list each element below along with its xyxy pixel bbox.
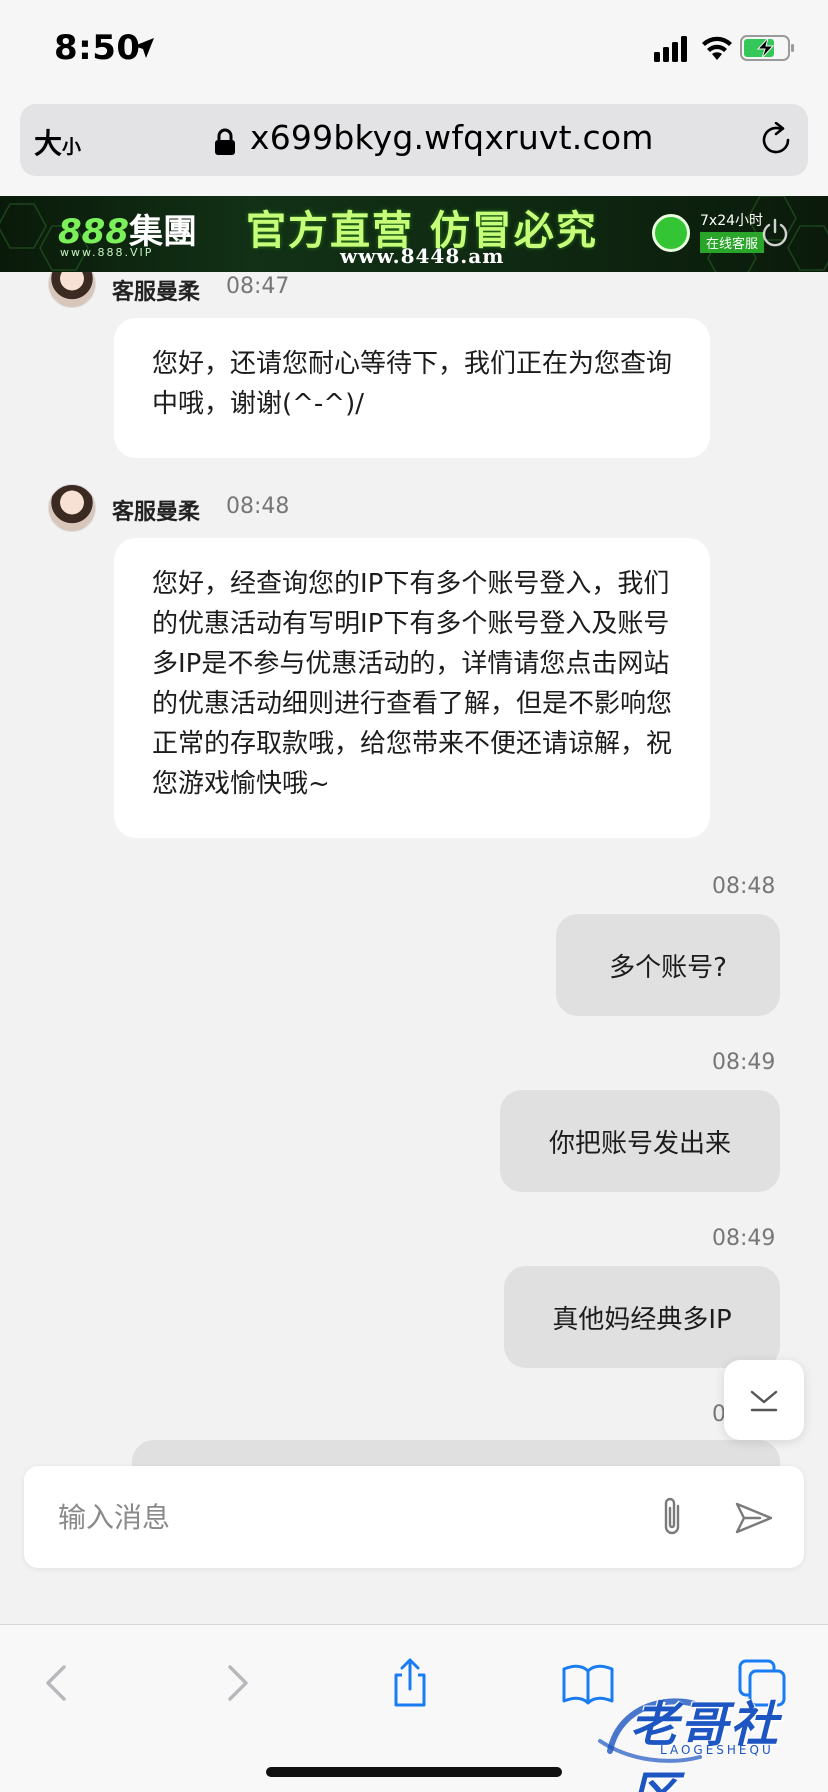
share-icon[interactable] xyxy=(382,1655,438,1711)
banner-cs-label: 在线客服 xyxy=(700,232,765,253)
status-time: 8:50 xyxy=(54,28,141,68)
message-composer xyxy=(24,1466,804,1568)
agent-avatar xyxy=(48,484,96,532)
cellular-signal-icon xyxy=(654,36,687,62)
message-time: 08:47 xyxy=(226,274,290,299)
message-time: 08:49 xyxy=(712,1050,776,1075)
incoming-message: 您好，还请您耐心等待下，我们正在为您查询中哦，谢谢(^-^)/ xyxy=(114,318,710,458)
home-indicator xyxy=(266,1767,562,1777)
ad-banner[interactable]: 888集團 www.888.VIP 官方直营 仿冒必究 www.8448.am … xyxy=(0,196,828,272)
address-bar-area: 大小 x699bkyg.wfqxruvt.com xyxy=(0,100,828,196)
status-bar: 8:50 xyxy=(0,0,828,100)
text-size-label: 大 xyxy=(34,127,63,160)
banner-cs-hours: 7x24小时 xyxy=(700,213,764,229)
location-arrow-icon xyxy=(134,38,154,58)
lock-icon xyxy=(215,128,235,155)
outgoing-message: 真他妈经典多IP xyxy=(504,1266,780,1368)
address-bar[interactable]: 大小 x699bkyg.wfqxruvt.com xyxy=(20,104,808,176)
battery-charging-icon xyxy=(740,35,794,61)
forward-icon[interactable] xyxy=(208,1655,264,1711)
url-text[interactable]: x699bkyg.wfqxruvt.com xyxy=(250,118,654,157)
message-input[interactable] xyxy=(58,1496,618,1538)
message-time: 08:49 xyxy=(712,1226,776,1251)
watermark-sub: LAOGESHEQU xyxy=(660,1743,774,1757)
text-size-button[interactable]: 大小 xyxy=(34,122,82,160)
agent-name: 客服曼柔 xyxy=(112,280,201,305)
text-size-label-small: 小 xyxy=(62,136,82,158)
scroll-to-bottom-button[interactable] xyxy=(724,1360,804,1440)
customer-service-icon xyxy=(652,214,690,252)
agent-avatar xyxy=(48,272,96,308)
banner-site: www.8448.am xyxy=(340,244,505,268)
message-time: 08:48 xyxy=(226,494,290,519)
chat-thread[interactable]: 客服曼柔 08:47 您好，还请您耐心等待下，我们正在为您查询中哦，谢谢(^-^… xyxy=(0,272,828,1466)
banner-logo-sub: www.888.VIP xyxy=(60,246,154,259)
browser-toolbar: 老哥社区 LAOGESHEQU xyxy=(0,1624,828,1792)
power-icon[interactable] xyxy=(760,218,790,248)
agent-name: 客服曼柔 xyxy=(112,500,201,525)
reload-icon[interactable] xyxy=(758,122,794,158)
attach-icon[interactable] xyxy=(654,1494,690,1540)
wifi-icon xyxy=(702,36,732,60)
outgoing-message: 你把账号发出来 xyxy=(500,1090,780,1192)
message-time: 08:48 xyxy=(712,874,776,899)
send-icon[interactable] xyxy=(734,1498,774,1538)
watermark-text: 老哥社区 xyxy=(630,1697,781,1792)
chevron-down-icon xyxy=(750,1390,778,1412)
incoming-message: 您好，经查询您的IP下有多个账号登入，我们的优惠活动有写明IP下有多个账号登入及… xyxy=(114,538,710,838)
back-icon[interactable] xyxy=(30,1655,86,1711)
outgoing-message xyxy=(132,1440,780,1466)
outgoing-message: 多个账号? xyxy=(556,914,780,1016)
